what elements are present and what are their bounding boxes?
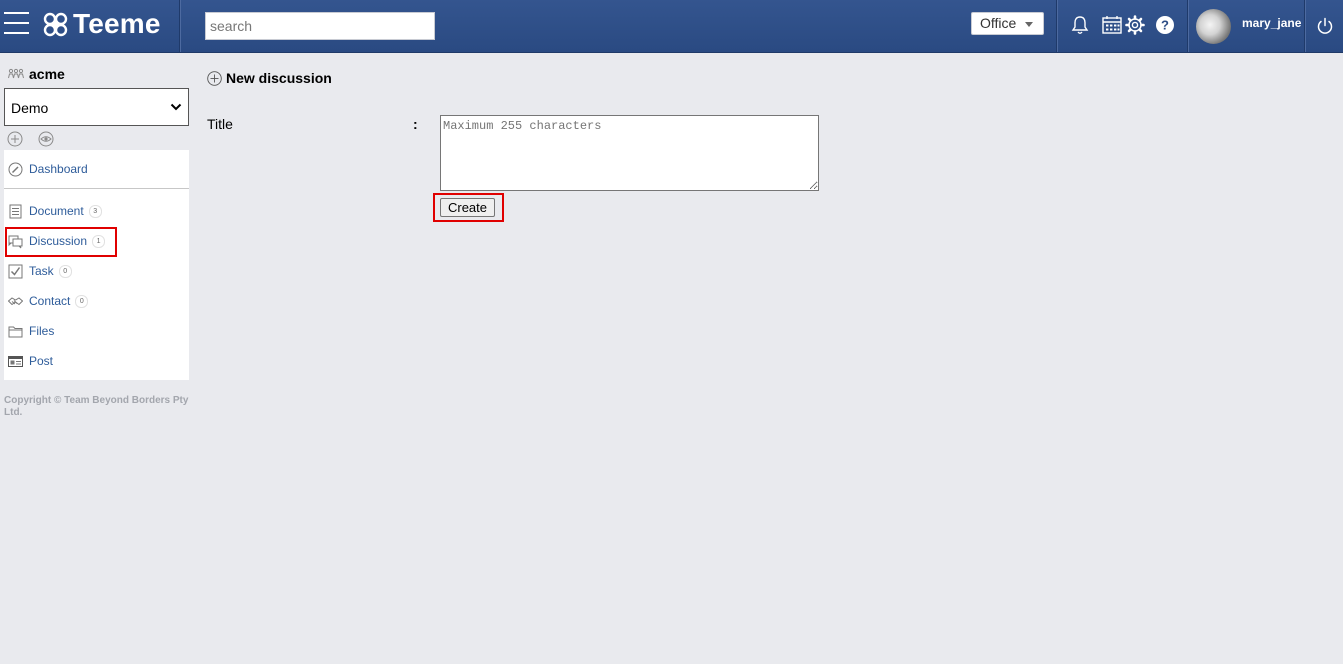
document-icon: [8, 204, 23, 219]
divider: [1187, 0, 1188, 52]
search-input[interactable]: [205, 12, 435, 40]
sidebar-item-contact[interactable]: Contact 0: [8, 291, 89, 311]
post-icon: [8, 354, 23, 369]
chevron-down-icon: [170, 103, 182, 111]
org-name: acme: [29, 66, 65, 82]
power-icon[interactable]: [1315, 16, 1335, 36]
sidebar-item-label: Contact: [29, 294, 71, 308]
count-badge: 0: [58, 264, 72, 278]
sidebar-item-label: Discussion: [29, 234, 88, 248]
logo[interactable]: Teeme: [42, 8, 161, 40]
folder-icon: [8, 324, 23, 339]
title-textarea[interactable]: [440, 115, 819, 191]
teeme-logo-icon: [43, 12, 68, 36]
divider: [179, 0, 180, 52]
sidebar-item-post[interactable]: Post: [8, 351, 53, 371]
project-actions: [6, 131, 68, 147]
contact-icon: [8, 294, 23, 309]
username[interactable]: mary_jane: [1242, 16, 1301, 30]
bell-icon[interactable]: [1069, 14, 1091, 36]
discussion-icon: [8, 234, 23, 249]
page-title: New discussion: [207, 70, 332, 86]
page-title-text: New discussion: [226, 70, 332, 86]
count-badge: 3: [88, 204, 102, 218]
sidebar-item-label: Files: [29, 324, 55, 338]
avatar[interactable]: [1196, 9, 1231, 44]
gear-icon[interactable]: [1124, 14, 1146, 36]
caret-down-icon: [1025, 22, 1033, 27]
group-icon: [8, 68, 24, 79]
app-name: Teeme: [73, 8, 161, 39]
sidebar-item-files[interactable]: Files: [8, 321, 54, 341]
create-button[interactable]: Create: [440, 198, 495, 217]
sidebar-item-task[interactable]: Task 0: [8, 261, 72, 281]
count-badge: 0: [75, 294, 89, 308]
task-icon: [8, 264, 23, 279]
sidebar-item-label: Task: [29, 264, 54, 278]
office-dropdown[interactable]: Office: [971, 12, 1044, 35]
sidebar-item-label: Dashboard: [29, 162, 88, 176]
add-circle-icon: [207, 70, 222, 86]
org-header: acme: [8, 66, 65, 82]
sidebar-item-label: Post: [29, 354, 54, 368]
sidebar-item-dashboard[interactable]: Dashboard: [8, 159, 88, 179]
divider: [1304, 0, 1305, 52]
count-badge: 1: [92, 234, 106, 248]
eye-icon[interactable]: [37, 131, 55, 147]
project-selected: Demo: [11, 100, 49, 116]
dashboard-icon: [8, 162, 23, 177]
svg-text:?: ?: [1161, 18, 1169, 33]
office-label: Office: [980, 15, 1017, 31]
sidebar-item-label: Document: [29, 204, 84, 218]
sidebar-nav: Dashboard Document 3 Discussion 1 Task 0…: [4, 150, 189, 380]
sidebar-item-discussion[interactable]: Discussion 1: [8, 231, 106, 251]
calendar-icon[interactable]: [1101, 14, 1123, 36]
divider: [1056, 0, 1057, 52]
divider: [4, 188, 189, 189]
copyright-text: Copyright © Team Beyond Borders Pty Ltd.: [4, 395, 189, 418]
title-label: Title: [207, 116, 233, 132]
menu-icon[interactable]: [4, 12, 29, 36]
label-colon: :: [413, 116, 418, 132]
sidebar-item-document[interactable]: Document 3: [8, 201, 102, 221]
add-circle-icon[interactable]: [6, 131, 24, 147]
top-bar: Teeme Office ? mary_: [0, 0, 1343, 53]
project-select[interactable]: Demo: [4, 88, 189, 126]
help-icon[interactable]: ?: [1154, 14, 1176, 36]
